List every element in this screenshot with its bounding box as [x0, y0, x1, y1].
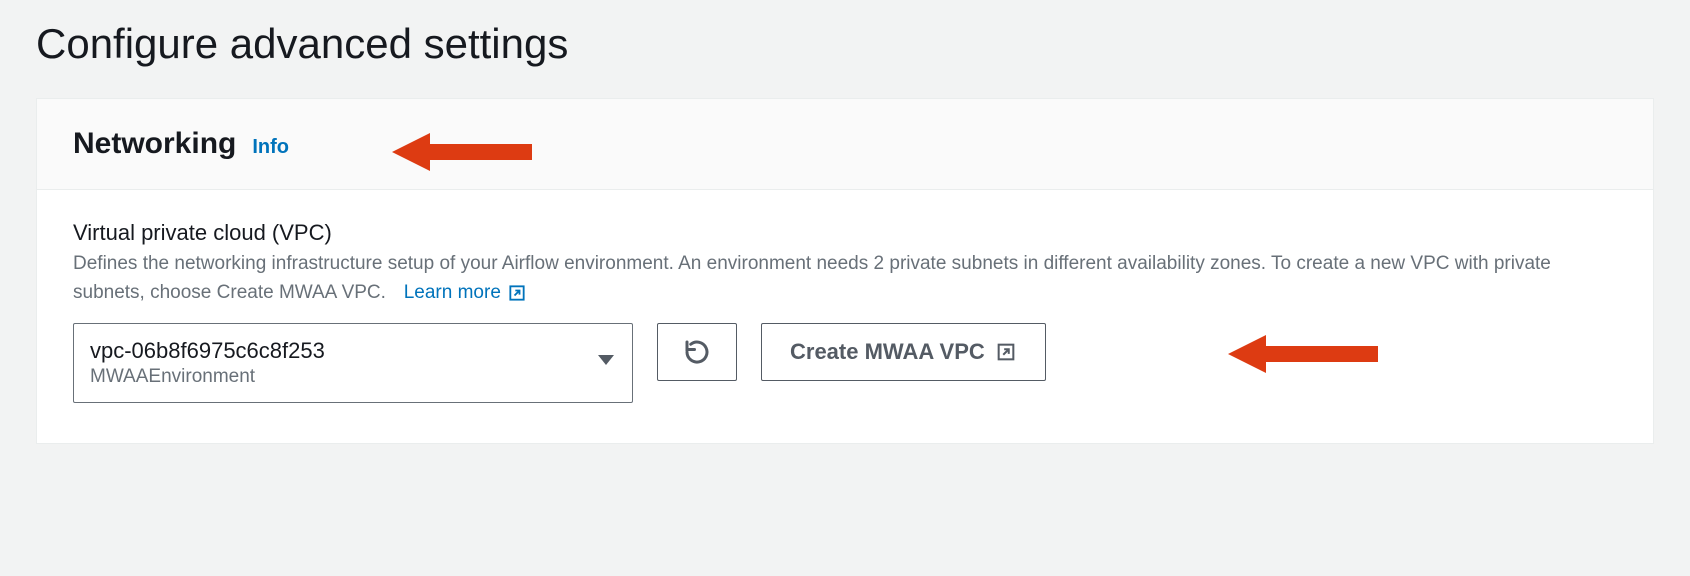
external-link-icon — [507, 283, 527, 303]
vpc-select-value: vpc-06b8f6975c6c8f253 — [90, 338, 592, 364]
learn-more-label: Learn more — [404, 282, 501, 304]
vpc-field-label: Virtual private cloud (VPC) — [73, 220, 1617, 246]
external-link-icon — [995, 341, 1017, 363]
create-mwaa-vpc-button[interactable]: Create MWAA VPC — [761, 323, 1046, 381]
create-mwaa-vpc-label: Create MWAA VPC — [790, 339, 985, 365]
panel-header: Networking Info — [37, 99, 1653, 190]
vpc-select[interactable]: vpc-06b8f6975c6c8f253 MWAAEnvironment — [73, 323, 633, 403]
info-link[interactable]: Info — [252, 136, 289, 159]
vpc-field-description: Defines the networking infrastructure se… — [73, 253, 1551, 303]
annotation-arrow-create-vpc — [1228, 329, 1378, 384]
page-title: Configure advanced settings — [0, 0, 1690, 98]
panel-heading: Networking — [73, 127, 236, 161]
panel-body: Virtual private cloud (VPC) Defines the … — [37, 190, 1653, 443]
learn-more-link[interactable]: Learn more — [404, 282, 527, 304]
chevron-down-icon — [598, 355, 614, 365]
vpc-select-sub: MWAAEnvironment — [90, 366, 592, 388]
refresh-icon — [682, 337, 712, 367]
vpc-controls-row: vpc-06b8f6975c6c8f253 MWAAEnvironment Cr… — [73, 323, 1617, 403]
annotation-arrow-info — [392, 127, 532, 182]
networking-panel: Networking Info Virtual private cloud (V… — [36, 98, 1654, 444]
refresh-button[interactable] — [657, 323, 737, 381]
